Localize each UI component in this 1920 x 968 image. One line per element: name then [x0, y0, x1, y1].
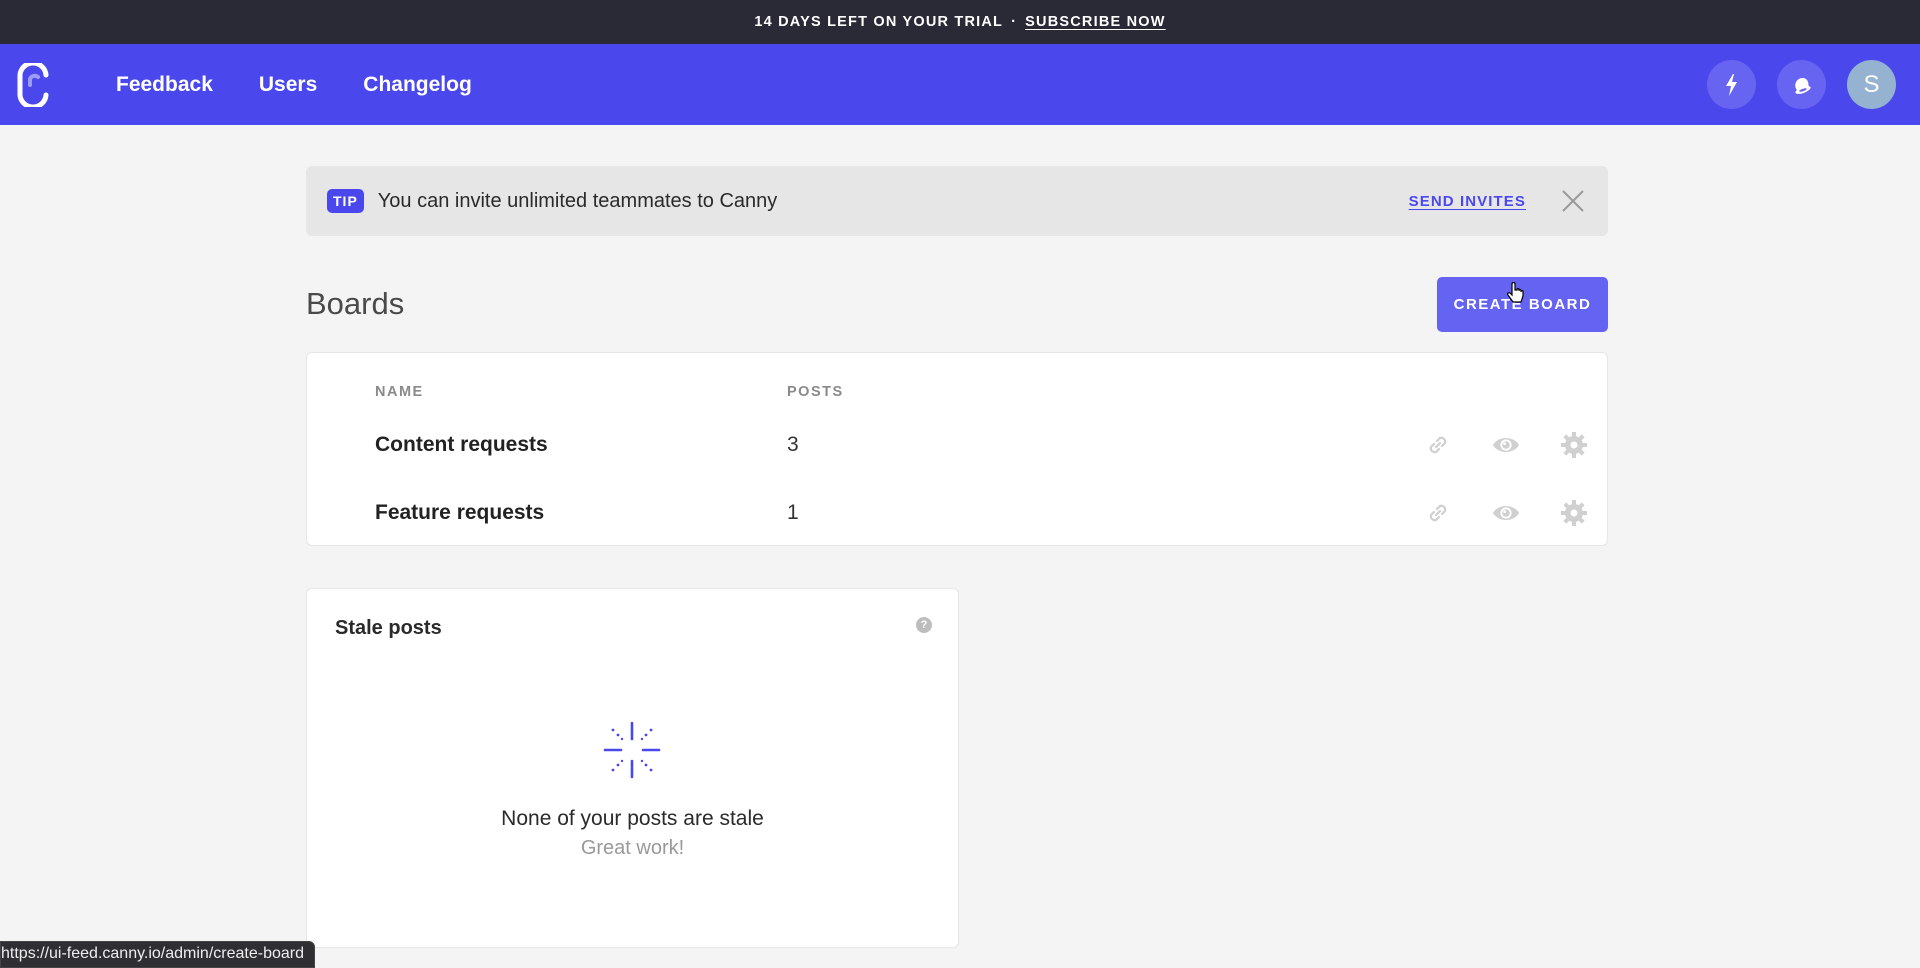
tip-text: You can invite unlimited teammates to Ca… — [377, 189, 778, 212]
eye-icon[interactable] — [1491, 430, 1521, 460]
help-icon[interactable]: ? — [916, 617, 932, 633]
stale-empty-submessage: Great work! — [580, 837, 685, 859]
boards-table: NAME POSTS Content requests 3 Feature re… — [306, 352, 1608, 546]
board-posts-count: 3 — [787, 433, 799, 456]
eye-icon[interactable] — [1491, 498, 1521, 528]
nav-users[interactable]: Users — [259, 73, 317, 97]
board-name[interactable]: Feature requests — [375, 501, 544, 525]
lightning-bolt-icon — [1725, 73, 1737, 96]
column-header-posts: POSTS — [787, 384, 844, 400]
nav-actions: S — [1707, 60, 1896, 109]
gear-icon[interactable] — [1559, 498, 1589, 528]
table-row: Content requests 3 — [307, 425, 1607, 465]
column-header-name: NAME — [375, 384, 424, 400]
row-actions — [1423, 498, 1589, 528]
nav-feedback[interactable]: Feedback — [116, 73, 213, 97]
bell-icon — [1794, 77, 1811, 94]
gear-icon[interactable] — [1559, 430, 1589, 460]
tip-badge: TIP — [327, 189, 364, 213]
link-icon[interactable] — [1423, 498, 1453, 528]
trial-banner: 14 DAYS LEFT ON YOUR TRIAL · SUBSCRIBE N… — [0, 0, 1920, 44]
trial-separator: · — [1011, 14, 1018, 30]
user-avatar[interactable]: S — [1847, 60, 1896, 109]
subscribe-now-link[interactable]: SUBSCRIBE NOW — [1025, 14, 1165, 30]
board-name[interactable]: Content requests — [375, 433, 548, 457]
send-invites-link[interactable]: SEND INVITES — [1409, 193, 1526, 210]
close-icon[interactable] — [1560, 188, 1586, 214]
create-board-button[interactable]: CREATE BOARD — [1437, 277, 1608, 332]
table-row: Feature requests 1 — [307, 493, 1607, 533]
stale-empty-message: None of your posts are stale — [501, 807, 764, 830]
nav-links: Feedback Users Changelog — [116, 44, 518, 125]
status-bar-url: https://ui-feed.canny.io/admin/create-bo… — [0, 941, 315, 968]
canny-logo-icon[interactable] — [16, 60, 50, 110]
top-nav: Feedback Users Changelog S — [0, 44, 1920, 125]
stale-posts-title: Stale posts — [335, 617, 442, 639]
link-icon[interactable] — [1423, 430, 1453, 460]
tip-banner: TIP You can invite unlimited teammates t… — [306, 166, 1608, 236]
boards-title: Boards — [306, 286, 405, 321]
nav-changelog[interactable]: Changelog — [363, 73, 472, 97]
trial-text: 14 DAYS LEFT ON YOUR TRIAL — [754, 14, 1004, 30]
notifications-button[interactable] — [1777, 60, 1826, 109]
lightning-bolt-button[interactable] — [1707, 60, 1756, 109]
row-actions — [1423, 430, 1589, 460]
board-posts-count: 1 — [787, 501, 799, 524]
sparkle-icon — [603, 721, 661, 779]
stale-posts-card: Stale posts ? None of your posts are sta… — [306, 588, 959, 948]
